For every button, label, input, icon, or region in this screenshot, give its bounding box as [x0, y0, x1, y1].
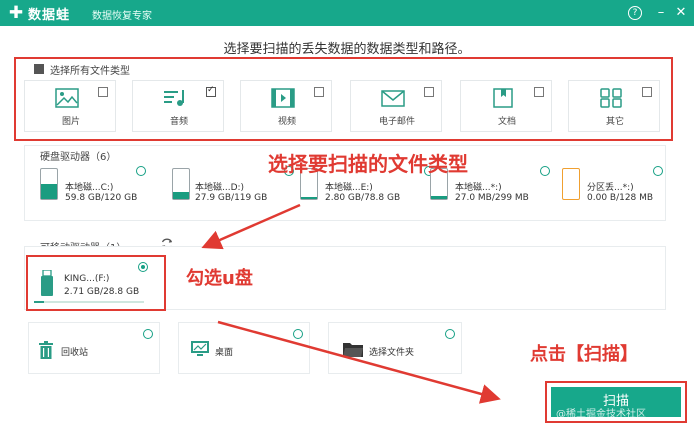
page-heading: 选择要扫描的丢失数据的数据类型和路径。 — [223, 42, 471, 57]
location-label: 选择文件夹 — [369, 348, 415, 358]
drive-name: 分区丢...*:) — [587, 183, 634, 193]
image-icon — [55, 88, 79, 108]
drive-name: 本地磁...*:) — [455, 183, 502, 193]
location-radio[interactable] — [143, 329, 153, 339]
drive-radio[interactable] — [136, 166, 146, 176]
close-button[interactable]: ✕ — [672, 4, 690, 22]
document-icon — [493, 88, 513, 108]
folder-icon — [343, 343, 363, 357]
usb-usage-bar — [34, 301, 144, 303]
drive-lost-partition[interactable]: 分区丢...*:) 0.00 B/128 MB — [560, 160, 666, 210]
drive-size: 0.00 B/128 MB — [587, 193, 654, 203]
file-type-label: 其它 — [605, 117, 624, 127]
annotation-file-type: 选择要扫描的文件类型 — [268, 152, 468, 176]
annotation-scan: 点击【扫描】 — [530, 344, 638, 365]
audio-checkbox[interactable] — [206, 85, 216, 97]
desktop-icon — [191, 341, 209, 356]
help-icon[interactable]: ? — [628, 6, 642, 20]
file-type-image[interactable]: 图片 — [24, 80, 116, 132]
minimize-button[interactable]: – — [652, 4, 670, 22]
file-type-document[interactable]: 文档 — [460, 80, 552, 132]
drive-usage-fill — [173, 191, 189, 199]
app-name: 数据蛙 — [28, 8, 71, 23]
usb-drive-icon — [41, 270, 53, 296]
app-logo-icon: ✚ — [8, 3, 24, 23]
usb-usage-fill — [34, 301, 44, 303]
video-icon — [271, 88, 295, 108]
app-subtitle: 数据恢复专家 — [92, 11, 152, 22]
drive-radio[interactable] — [540, 166, 550, 176]
other-icon — [600, 88, 622, 108]
drive-radio[interactable] — [653, 166, 663, 176]
location-choose-folder[interactable]: 选择文件夹 — [328, 322, 462, 374]
usb-drive-size: 2.71 GB/28.8 GB — [64, 287, 140, 297]
usb-drive-card[interactable]: KING...(F:) 2.71 GB/28.8 GB — [30, 258, 160, 308]
usb-drive-name: KING...(F:) — [64, 274, 110, 284]
select-all-checkbox[interactable] — [34, 64, 44, 74]
drive-size: 27.9 GB/119 GB — [195, 193, 268, 203]
file-type-label: 视频 — [277, 117, 296, 127]
drive-icon — [40, 168, 58, 200]
drive-icon — [172, 168, 190, 200]
drive-name: 本地磁...C:) — [65, 183, 114, 193]
image-checkbox[interactable] — [98, 87, 108, 97]
audio-icon — [164, 90, 184, 106]
drive-name: 本地磁...E:) — [325, 183, 373, 193]
video-checkbox[interactable] — [314, 87, 324, 97]
location-label: 回收站 — [61, 348, 89, 358]
annotation-usb: 勾选u盘 — [186, 268, 253, 289]
file-type-email[interactable]: 电子邮件 — [350, 80, 442, 132]
file-type-audio[interactable]: 音频 — [132, 80, 224, 132]
email-icon — [381, 90, 405, 107]
file-type-label: 图片 — [61, 117, 80, 127]
usb-drive-radio[interactable] — [138, 262, 148, 272]
location-recycle-bin[interactable]: 回收站 — [28, 322, 160, 374]
file-type-other[interactable]: 其它 — [568, 80, 660, 132]
file-type-label: 电子邮件 — [378, 117, 415, 127]
location-radio[interactable] — [445, 329, 455, 339]
watermark: @稀土掘金技术社区 — [556, 409, 646, 420]
drive-usage-fill — [301, 197, 317, 199]
file-type-label: 文档 — [497, 117, 516, 127]
drive-size: 2.80 GB/78.8 GB — [325, 193, 401, 203]
file-type-label: 音频 — [169, 117, 188, 127]
file-type-video[interactable]: 视频 — [240, 80, 332, 132]
drive-icon — [562, 168, 580, 200]
location-desktop[interactable]: 桌面 — [178, 322, 310, 374]
drive-usage-fill — [41, 184, 57, 199]
drive-size: 27.0 MB/299 MB — [455, 193, 529, 203]
drive-usage-fill — [431, 196, 447, 199]
recycle-bin-icon — [39, 341, 53, 359]
drive-c[interactable]: 本地磁...C:) 59.8 GB/120 GB — [36, 160, 156, 210]
location-radio[interactable] — [293, 329, 303, 339]
drive-size: 59.8 GB/120 GB — [65, 193, 138, 203]
drive-name: 本地磁...D:) — [195, 183, 245, 193]
select-all-label: 选择所有文件类型 — [50, 66, 130, 77]
document-checkbox[interactable] — [534, 87, 544, 97]
other-checkbox[interactable] — [642, 87, 652, 97]
email-checkbox[interactable] — [424, 87, 434, 97]
location-label: 桌面 — [215, 348, 234, 358]
